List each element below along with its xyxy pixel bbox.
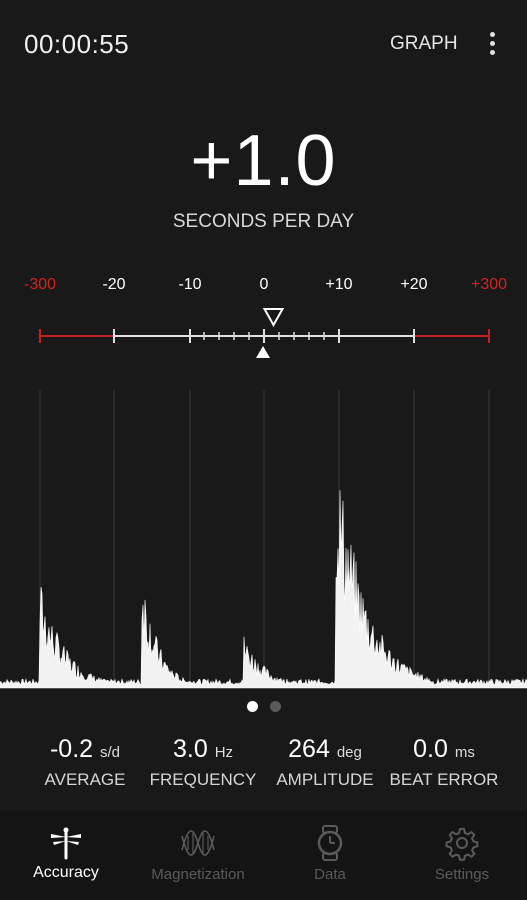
nav-settings-label: Settings [434, 866, 490, 883]
stat-amplitude-unit: deg [336, 744, 362, 761]
stat-beat-error-value: 0.0 [413, 735, 448, 763]
stat-frequency-value: 3.0 [172, 735, 208, 763]
stat-beat-error-unit: ms [454, 744, 475, 761]
more-vert-icon[interactable] [482, 30, 502, 58]
stat-average-value: -0.2 [49, 735, 94, 763]
scale-tick-label: 0 [260, 276, 269, 293]
page-indicator [0, 701, 527, 715]
nav-accuracy-label: Accuracy [33, 864, 99, 881]
gear-icon [445, 828, 479, 861]
nav-magnetization-label: Magnetization [151, 866, 245, 883]
page-dot-1[interactable] [247, 701, 258, 712]
wave-icon [181, 830, 215, 856]
rate-pointer [262, 308, 285, 328]
elapsed-timer: 00:00:55 [24, 29, 130, 59]
rate-scale: -300 -20 -10 0 +10 +20 +300 [0, 262, 527, 372]
scale-tick-label: -10 [178, 276, 201, 293]
page-dot-2[interactable] [270, 701, 281, 712]
scale-tick-label: +10 [325, 276, 352, 293]
app-bar: 00:00:55 GRAPH [0, 0, 527, 88]
stat-amplitude-label: AMPLITUDE [276, 770, 374, 789]
bottom-navigation: Accuracy Magnetization Data Settings [0, 810, 527, 900]
stat-average: -0.2 s/d AVERAGE [20, 735, 150, 790]
zero-marker [256, 346, 270, 358]
stat-frequency: 3.0 Hz FREQUENCY [138, 735, 268, 790]
stat-amplitude: 264 deg AMPLITUDE [260, 735, 390, 790]
watch-icon [317, 825, 343, 861]
nav-settings[interactable]: Settings [396, 810, 527, 900]
stat-average-unit: s/d [100, 744, 121, 761]
rate-value: +1.0 [190, 121, 337, 201]
stat-frequency-label: FREQUENCY [149, 770, 257, 789]
stat-frequency-unit: Hz [214, 744, 234, 761]
scale-tick-label: -300 [24, 276, 56, 293]
stat-beat-error-label: BEAT ERROR [389, 770, 499, 789]
dragonfly-icon [51, 827, 81, 860]
stat-beat-error: 0.0 ms BEAT ERROR [379, 735, 509, 790]
nav-accuracy[interactable]: Accuracy [0, 810, 132, 900]
nav-data-label: Data [314, 866, 346, 883]
scale-tick-label: +20 [400, 276, 427, 293]
stat-amplitude-value: 264 [288, 735, 330, 763]
nav-data[interactable]: Data [264, 810, 396, 900]
scale-tick-label: -20 [102, 276, 125, 293]
graph-button[interactable]: GRAPH [390, 33, 458, 55]
stats-row: -0.2 s/d AVERAGE 3.0 Hz FREQUENCY 264 de… [0, 735, 527, 795]
scale-tick-label: +300 [471, 276, 507, 293]
stat-average-label: AVERAGE [44, 770, 126, 789]
beat-waveform [0, 390, 527, 695]
nav-magnetization[interactable]: Magnetization [132, 810, 264, 900]
rate-label: SECONDS PER DAY [172, 211, 355, 232]
